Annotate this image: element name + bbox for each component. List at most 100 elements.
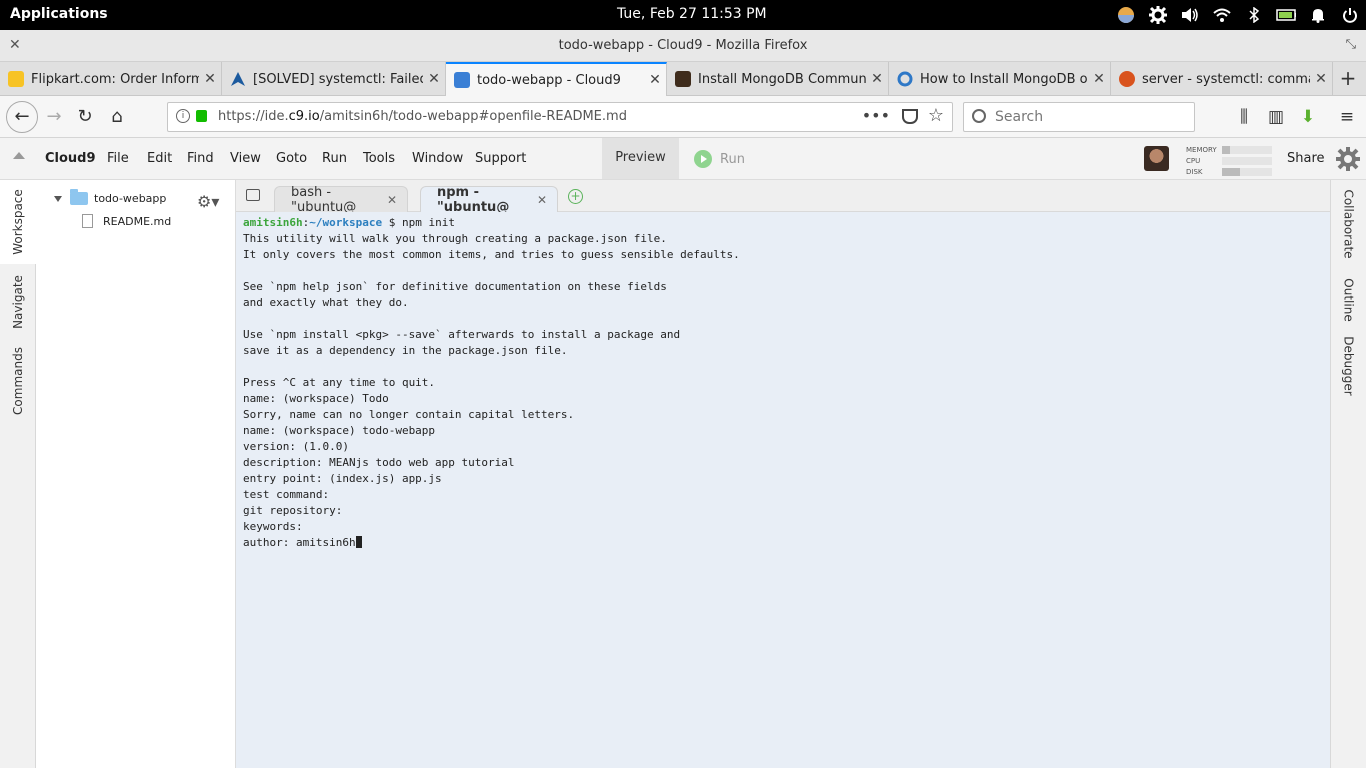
- menu-edit[interactable]: Edit: [147, 151, 172, 166]
- tab-close-icon[interactable]: ✕: [423, 71, 445, 87]
- settings-tray-icon[interactable]: [1148, 5, 1168, 25]
- new-tab-button[interactable]: +: [1336, 66, 1360, 90]
- terminal-line: save it as a dependency in the package.j…: [243, 344, 568, 357]
- url-text[interactable]: https://ide.c9.io/amitsin6h/todo-webapp#…: [218, 109, 627, 124]
- tree-file-row[interactable]: README.md: [82, 214, 171, 228]
- wifi-icon[interactable]: [1212, 5, 1232, 25]
- terminal-line: name: (workspace) Todo: [243, 392, 389, 405]
- terminal-line: Sorry, name can no longer contain capita…: [243, 408, 575, 421]
- run-button[interactable]: Run: [694, 149, 745, 169]
- hamburger-menu-icon[interactable]: ≡: [1334, 103, 1360, 131]
- meter-fill: [1222, 167, 1240, 176]
- download-icon[interactable]: ⬇: [1295, 103, 1321, 131]
- battery-icon[interactable]: [1276, 5, 1296, 25]
- site-info-icon[interactable]: i: [176, 109, 190, 123]
- tab-debugger[interactable]: Debugger: [1331, 334, 1366, 398]
- back-button[interactable]: ←: [6, 101, 38, 133]
- bookmark-star-icon[interactable]: ☆: [928, 105, 944, 126]
- user-avatar[interactable]: [1144, 146, 1169, 171]
- search-bar[interactable]: Search: [963, 102, 1195, 132]
- add-tab-icon[interactable]: +: [568, 189, 583, 204]
- tab-menu-icon[interactable]: [246, 189, 260, 201]
- digitalocean-favicon-icon: [897, 71, 913, 87]
- resource-meters[interactable]: MEMORY CPU DISK: [1186, 144, 1276, 177]
- play-icon: [694, 150, 712, 168]
- weather-icon[interactable]: [1116, 5, 1136, 25]
- url-prefix: https://ide.: [218, 109, 289, 124]
- terminal-tab-bar: bash - "ubuntu@ ✕ npm - "ubuntu@ ✕ +: [236, 180, 1330, 215]
- url-bar[interactable]: i https://ide.c9.io/amitsin6h/todo-webap…: [167, 102, 953, 132]
- prompt-path: ~/workspace: [309, 216, 383, 229]
- power-icon[interactable]: [1340, 5, 1360, 25]
- menu-goto[interactable]: Goto: [276, 151, 307, 166]
- tab-collaborate-label: Collaborate: [1342, 189, 1357, 259]
- browser-tab[interactable]: Flipkart.com: Order Informati ✕: [0, 62, 222, 96]
- terminal-output[interactable]: amitsin6h:~/workspace $ npm init This ut…: [236, 212, 1330, 768]
- tab-label: server - systemctl: command: [1142, 71, 1310, 87]
- tab-close-icon[interactable]: ✕: [537, 193, 547, 207]
- terminal-tab-npm[interactable]: npm - "ubuntu@ ✕: [420, 185, 558, 215]
- browser-navbar: ← → ↻ ⌂ i https://ide.c9.io/amitsin6h/to…: [0, 96, 1366, 138]
- terminal-line: test command:: [243, 488, 330, 501]
- terminal-prompt-line: amitsin6h:~/workspace $ npm init: [243, 215, 1330, 231]
- tab-outline[interactable]: Outline: [1331, 272, 1366, 328]
- tab-workspace[interactable]: Workspace: [0, 180, 36, 264]
- tab-outline-label: Outline: [1342, 278, 1357, 322]
- menu-view[interactable]: View: [230, 151, 261, 166]
- tab-navigate[interactable]: Navigate: [0, 266, 36, 338]
- preferences-gear-icon[interactable]: [1335, 146, 1361, 172]
- collapse-menu-icon[interactable]: [13, 152, 25, 159]
- tab-close-icon[interactable]: ✕: [199, 71, 221, 87]
- pocket-icon[interactable]: [902, 109, 918, 124]
- volume-icon[interactable]: [1180, 5, 1200, 25]
- applications-menu[interactable]: Applications: [10, 6, 108, 22]
- home-button[interactable]: ⌂: [103, 103, 131, 131]
- left-panel-tabs: Workspace Navigate Commands: [0, 180, 36, 768]
- forward-button[interactable]: →: [40, 103, 68, 131]
- page-actions-icon[interactable]: •••: [862, 106, 890, 125]
- menu-find[interactable]: Find: [187, 151, 214, 166]
- terminal-cursor: [355, 536, 362, 548]
- notifications-icon[interactable]: [1308, 5, 1328, 25]
- system-clock[interactable]: Tue, Feb 27 11:53 PM: [617, 6, 767, 22]
- preview-button[interactable]: Preview: [602, 138, 679, 179]
- tab-close-icon[interactable]: ✕: [387, 193, 397, 207]
- menu-tools[interactable]: Tools: [363, 151, 395, 166]
- url-host: c9.io: [288, 109, 320, 124]
- browser-tab[interactable]: [SOLVED] systemctl: Failed to ✕: [222, 62, 446, 96]
- bluetooth-icon[interactable]: [1244, 5, 1264, 25]
- tab-close-icon[interactable]: ✕: [866, 71, 888, 87]
- window-restore-icon[interactable]: ⤡: [1346, 37, 1356, 52]
- terminal-line: git repository:: [243, 504, 343, 517]
- library-icon[interactable]: ⫼: [1231, 103, 1257, 131]
- cloud9-menu[interactable]: Cloud9: [45, 151, 96, 166]
- terminal-input-line[interactable]: author: amitsin6h: [243, 535, 1330, 551]
- tab-debugger-label: Debugger: [1342, 336, 1356, 396]
- tree-folder-row[interactable]: todo-webapp: [54, 189, 166, 205]
- tab-close-icon[interactable]: ✕: [644, 72, 666, 88]
- tab-collaborate[interactable]: Collaborate: [1331, 184, 1366, 264]
- file-icon: [82, 214, 93, 228]
- tree-settings-gear-icon[interactable]: ⚙▾: [197, 192, 219, 211]
- browser-tab[interactable]: How to Install MongoDB on U ✕: [889, 62, 1111, 96]
- tab-close-icon[interactable]: ✕: [1310, 71, 1332, 87]
- menu-file[interactable]: File: [107, 151, 129, 166]
- system-top-bar: Applications Tue, Feb 27 11:53 PM: [0, 0, 1366, 30]
- lock-icon[interactable]: [196, 110, 207, 122]
- terminal-tab-bash[interactable]: bash - "ubuntu@ ✕: [274, 185, 408, 215]
- share-button[interactable]: Share: [1287, 151, 1325, 166]
- menu-support[interactable]: Support: [475, 151, 526, 166]
- sidebar-toggle-icon[interactable]: ▥: [1263, 103, 1289, 131]
- reload-button[interactable]: ↻: [71, 103, 99, 131]
- expand-arrow-icon[interactable]: [54, 195, 62, 202]
- browser-tab-active[interactable]: todo-webapp - Cloud9 ✕: [446, 62, 667, 96]
- tab-label: Install MongoDB Community: [698, 71, 866, 87]
- tab-commands[interactable]: Commands: [0, 340, 36, 422]
- tab-close-icon[interactable]: ✕: [1088, 71, 1110, 87]
- menu-window[interactable]: Window: [412, 151, 463, 166]
- browser-tab[interactable]: Install MongoDB Community ✕: [667, 62, 889, 96]
- search-input[interactable]: Search: [995, 109, 1043, 125]
- browser-tab[interactable]: server - systemctl: command ✕: [1111, 62, 1333, 96]
- browser-tab-strip: Flipkart.com: Order Informati ✕ [SOLVED]…: [0, 62, 1366, 96]
- menu-run[interactable]: Run: [322, 151, 347, 166]
